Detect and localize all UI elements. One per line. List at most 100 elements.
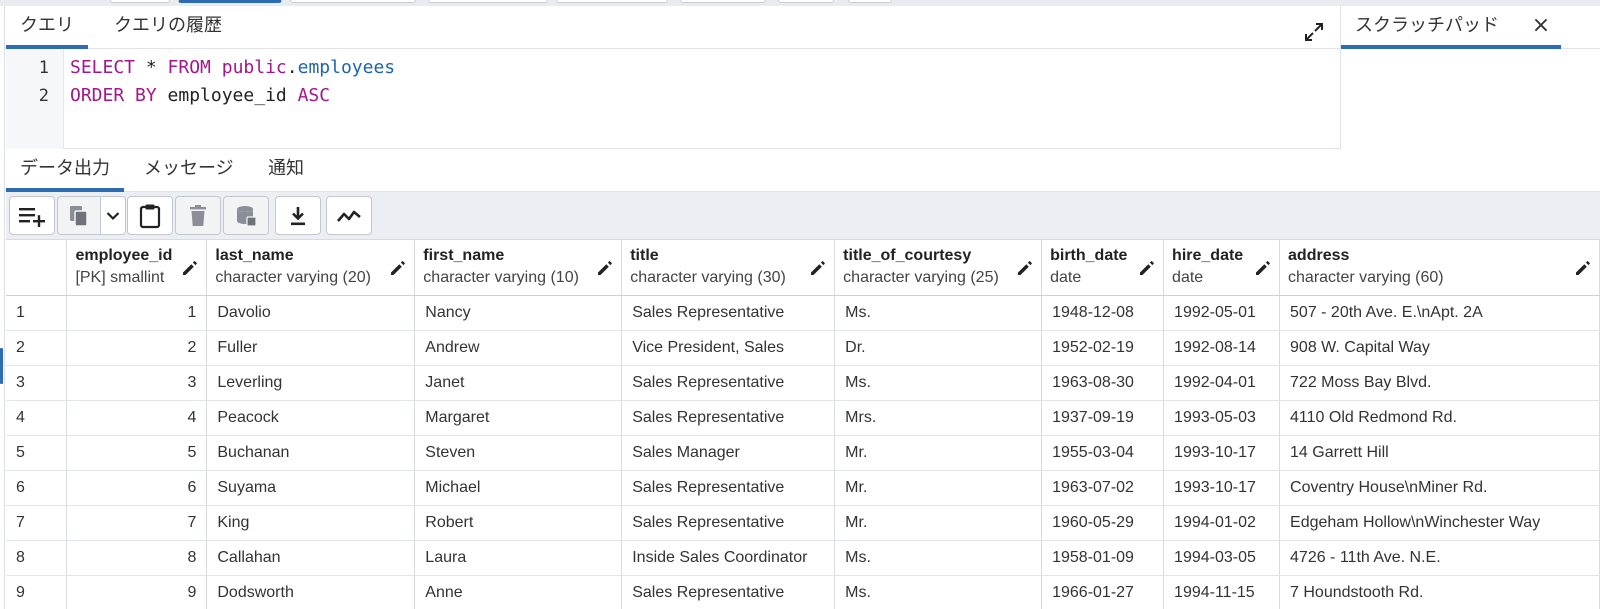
edit-icon[interactable] (182, 260, 198, 276)
toolbar-button-stub[interactable] (556, 0, 668, 3)
table-cell[interactable]: 3 (66, 365, 208, 401)
table-cell[interactable]: Andrew (414, 330, 623, 366)
table-cell[interactable]: Sales Representative (621, 400, 836, 436)
table-cell[interactable]: 8 (66, 540, 208, 576)
table-row[interactable]: 5 5 Buchanan Steven Sales Manager Mr. 1955-03-… (6, 435, 1600, 471)
table-row[interactable]: 4 4 Peacock Margaret Sales Representative Mrs… (6, 400, 1600, 436)
copy-button[interactable] (57, 196, 101, 235)
edit-icon[interactable] (390, 260, 406, 276)
table-cell[interactable]: 7 Houndstooth Rd. (1279, 575, 1600, 609)
table-cell[interactable]: Sales Manager (621, 435, 836, 471)
row-number[interactable]: 6 (6, 470, 68, 506)
table-cell[interactable]: Sales Representative (621, 575, 836, 609)
table-cell[interactable]: Suyama (206, 470, 416, 506)
table-row[interactable]: 3 3 Leverling Janet Sales Representative Ms. 1… (6, 365, 1600, 401)
column-header-title[interactable]: title character varying (30) (621, 240, 836, 296)
table-cell[interactable]: 2 (66, 330, 208, 366)
copy-options-dropdown[interactable] (100, 196, 126, 235)
table-cell[interactable]: 1994-03-05 (1163, 540, 1281, 576)
toolbar-button-stub[interactable] (110, 0, 170, 3)
table-cell[interactable]: 1992-05-01 (1163, 295, 1281, 331)
table-row[interactable]: 2 2 Fuller Andrew Vice President, Sales Dr. 19… (6, 330, 1600, 366)
column-header-first-name[interactable]: first_name character varying (10) (414, 240, 623, 296)
tab-messages[interactable]: メッセージ (130, 149, 248, 192)
column-header-address[interactable]: address character varying (60) (1279, 240, 1600, 296)
edit-icon[interactable] (1017, 260, 1033, 276)
table-cell[interactable]: Steven (414, 435, 623, 471)
table-cell[interactable]: Ms. (834, 575, 1043, 609)
table-cell[interactable]: 722 Moss Bay Blvd. (1279, 365, 1600, 401)
add-row-button[interactable] (9, 196, 55, 235)
toolbar-button-stub[interactable] (178, 0, 282, 3)
column-header-last-name[interactable]: last_name character varying (20) (206, 240, 416, 296)
toolbar-button-stub[interactable] (428, 0, 548, 3)
table-cell[interactable]: 1993-05-03 (1163, 400, 1281, 436)
table-cell[interactable]: Nancy (414, 295, 623, 331)
table-cell[interactable]: 6 (66, 470, 208, 506)
table-cell[interactable]: Robert (414, 505, 623, 541)
table-row[interactable]: 6 6 Suyama Michael Sales Representative Mr. 19… (6, 470, 1600, 506)
column-header-birth-date[interactable]: birth_date date (1041, 240, 1165, 296)
table-cell[interactable]: 1966-01-27 (1041, 575, 1165, 609)
table-cell[interactable]: Sales Representative (621, 365, 836, 401)
tab-query[interactable]: クエリ (6, 6, 88, 49)
table-cell[interactable]: 14 Garrett Hill (1279, 435, 1600, 471)
tab-data-output[interactable]: データ出力 (6, 149, 124, 192)
row-number[interactable]: 8 (6, 540, 68, 576)
table-cell[interactable]: Sales Representative (621, 295, 836, 331)
table-cell[interactable]: 1937-09-19 (1041, 400, 1165, 436)
edit-icon[interactable] (810, 260, 826, 276)
table-cell[interactable]: Mr. (834, 435, 1043, 471)
table-cell[interactable]: 9 (66, 575, 208, 609)
table-cell[interactable]: Margaret (414, 400, 623, 436)
row-number[interactable]: 2 (6, 330, 68, 366)
table-cell[interactable]: 7 (66, 505, 208, 541)
table-cell[interactable]: King (206, 505, 416, 541)
table-cell[interactable]: Leverling (206, 365, 416, 401)
table-cell[interactable]: Dodsworth (206, 575, 416, 609)
table-row[interactable]: 9 9 Dodsworth Anne Sales Representative Ms. 19… (6, 575, 1600, 609)
table-cell[interactable]: 4726 - 11th Ave. N.E. (1279, 540, 1600, 576)
toolbar-button-stub[interactable] (290, 0, 416, 3)
table-cell[interactable]: Edgeham Hollow\nWinchester Way (1279, 505, 1600, 541)
table-cell[interactable]: 507 - 20th Ave. E.\nApt. 2A (1279, 295, 1600, 331)
table-cell[interactable]: 1994-11-15 (1163, 575, 1281, 609)
table-cell[interactable]: Mr. (834, 505, 1043, 541)
table-cell[interactable]: Sales Representative (621, 470, 836, 506)
save-data-button[interactable] (223, 196, 269, 235)
maximize-icon[interactable] (1302, 20, 1326, 44)
table-cell[interactable]: Mrs. (834, 400, 1043, 436)
edit-icon[interactable] (1139, 260, 1155, 276)
table-cell[interactable]: Inside Sales Coordinator (621, 540, 836, 576)
code-line[interactable]: SELECT * FROM public.employees (70, 57, 395, 78)
table-cell[interactable]: Peacock (206, 400, 416, 436)
table-cell[interactable]: 1958-01-09 (1041, 540, 1165, 576)
sql-editor[interactable]: 1 2 SELECT * FROM public.employees ORDER… (6, 49, 1340, 149)
tab-query-history[interactable]: クエリの履歴 (100, 6, 236, 49)
table-cell[interactable]: Coventry House\nMiner Rd. (1279, 470, 1600, 506)
table-row[interactable]: 7 7 King Robert Sales Representative Mr. 1960-… (6, 505, 1600, 541)
tab-scratchpad[interactable]: スクラッチパッド × (1341, 6, 1561, 49)
table-cell[interactable]: Janet (414, 365, 623, 401)
table-cell[interactable]: Ms. (834, 540, 1043, 576)
table-cell[interactable]: 1955-03-04 (1041, 435, 1165, 471)
table-cell[interactable]: 1963-08-30 (1041, 365, 1165, 401)
row-number[interactable]: 1 (6, 295, 68, 331)
row-number[interactable]: 4 (6, 400, 68, 436)
close-icon[interactable]: × (1529, 14, 1553, 38)
table-cell[interactable]: 1948-12-08 (1041, 295, 1165, 331)
table-row[interactable]: 8 8 Callahan Laura Inside Sales Coordinator M… (6, 540, 1600, 576)
table-cell[interactable]: Ms. (834, 295, 1043, 331)
table-cell[interactable]: Dr. (834, 330, 1043, 366)
column-header-employee-id[interactable]: employee_id [PK] smallint (66, 240, 208, 296)
table-cell[interactable]: 5 (66, 435, 208, 471)
toolbar-button-stub[interactable] (680, 0, 766, 3)
table-cell[interactable]: 1992-08-14 (1163, 330, 1281, 366)
download-button[interactable] (275, 196, 321, 235)
table-cell[interactable]: 1963-07-02 (1041, 470, 1165, 506)
paste-button[interactable] (127, 196, 173, 235)
row-number[interactable]: 5 (6, 435, 68, 471)
table-cell[interactable]: 1994-01-02 (1163, 505, 1281, 541)
table-cell[interactable]: 1993-10-17 (1163, 470, 1281, 506)
table-cell[interactable]: Davolio (206, 295, 416, 331)
